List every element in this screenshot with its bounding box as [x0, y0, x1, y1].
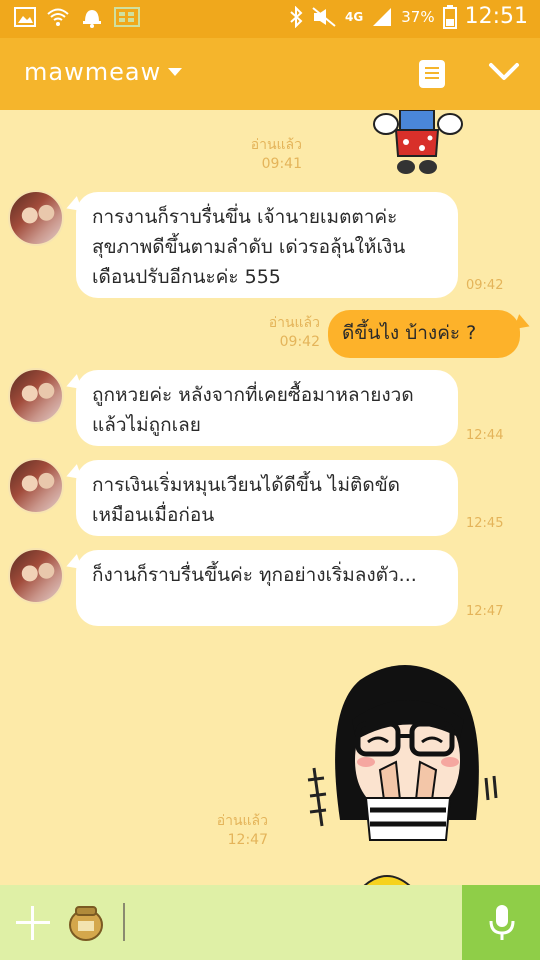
bluetooth-icon: [290, 5, 303, 28]
read-receipt: อ่านแล้ว 12:47: [200, 810, 268, 848]
network-type: 4G: [345, 9, 364, 24]
message-input[interactable]: [134, 899, 458, 947]
read-label: อ่านแล้ว: [216, 813, 268, 829]
mic-button[interactable]: [462, 885, 540, 960]
microphone-icon: [489, 905, 515, 940]
signal-icon: [373, 7, 392, 26]
message-time: 09:42: [279, 334, 320, 350]
message-text: ดีขึ้นไง บ้างค่ะ ?: [342, 322, 477, 344]
message-time: 09:41: [261, 156, 302, 172]
incoming-message: การเงินเริ่มหมุนเวียนได้ดีขึ้น ไม่ติดขัด…: [76, 460, 458, 536]
caret-down-icon[interactable]: [168, 68, 182, 76]
battery-percent: 37%: [401, 7, 435, 26]
message-time: 12:45: [466, 516, 504, 531]
avatar[interactable]: [8, 368, 64, 424]
apps-icon: [114, 7, 140, 27]
avatar[interactable]: [8, 548, 64, 604]
sticker-partial-bottom[interactable]: [362, 872, 412, 886]
avatar[interactable]: [8, 458, 64, 514]
bell-icon: [83, 10, 101, 28]
incoming-message: ก็งานก็ราบรื่นขึ้นค่ะ ทุกอย่างเริ่มลงตัว…: [76, 550, 458, 626]
message-text: การงานก็ราบรื่นขึ่น เจ้านายเมตตาค่ะ สุขภ…: [92, 206, 406, 288]
message-input-bar: [0, 885, 540, 960]
avatar[interactable]: [8, 190, 64, 246]
sticker-character-top[interactable]: [372, 110, 464, 180]
input-divider: [123, 903, 125, 941]
wifi-icon: [47, 8, 69, 26]
chat-area[interactable]: อ่านแล้ว 09:41 การงานก็ราบรื่นขึ่น เจ้าน…: [0, 110, 540, 886]
incoming-message: การงานก็ราบรื่นขึ่น เจ้านายเมตตาค่ะ สุขภ…: [76, 192, 458, 298]
clock: 12:51: [464, 4, 528, 29]
sticker-jar-icon[interactable]: [68, 903, 104, 941]
read-receipt: อ่านแล้ว 09:41: [238, 134, 302, 172]
message-time: 12:47: [466, 604, 504, 619]
outgoing-message: ดีขึ้นไง บ้างค่ะ ?: [328, 310, 520, 358]
message-time: 09:42: [466, 278, 504, 293]
note-icon[interactable]: [419, 60, 445, 88]
message-time: 12:47: [227, 832, 268, 848]
chat-header: mawmeaw: [0, 38, 540, 110]
battery-icon: [442, 4, 457, 29]
image-icon: [14, 7, 36, 27]
message-text: การเงินเริ่มหมุนเวียนได้ดีขึ้น ไม่ติดขัด…: [92, 474, 401, 526]
mute-icon: [312, 6, 336, 27]
chat-title[interactable]: mawmeaw: [24, 58, 161, 86]
read-label: อ่านแล้ว: [268, 315, 320, 331]
read-receipt: อ่านแล้ว 09:42: [252, 312, 320, 350]
chevron-down-icon[interactable]: [488, 62, 520, 82]
message-text: ถูกหวยค่ะ หลังจากที่เคยซื้อมาหลายงวดแล้ว…: [92, 384, 414, 436]
status-bar: 4G 37% 12:51: [0, 0, 540, 38]
message-time: 12:44: [466, 428, 504, 443]
read-label: อ่านแล้ว: [250, 137, 302, 153]
incoming-message: ถูกหวยค่ะ หลังจากที่เคยซื้อมาหลายงวดแล้ว…: [76, 370, 458, 446]
message-text: ก็งานก็ราบรื่นขึ้นค่ะ ทุกอย่างเริ่มลงตัว…: [92, 564, 417, 586]
sticker-girl-glasses[interactable]: [300, 650, 510, 850]
